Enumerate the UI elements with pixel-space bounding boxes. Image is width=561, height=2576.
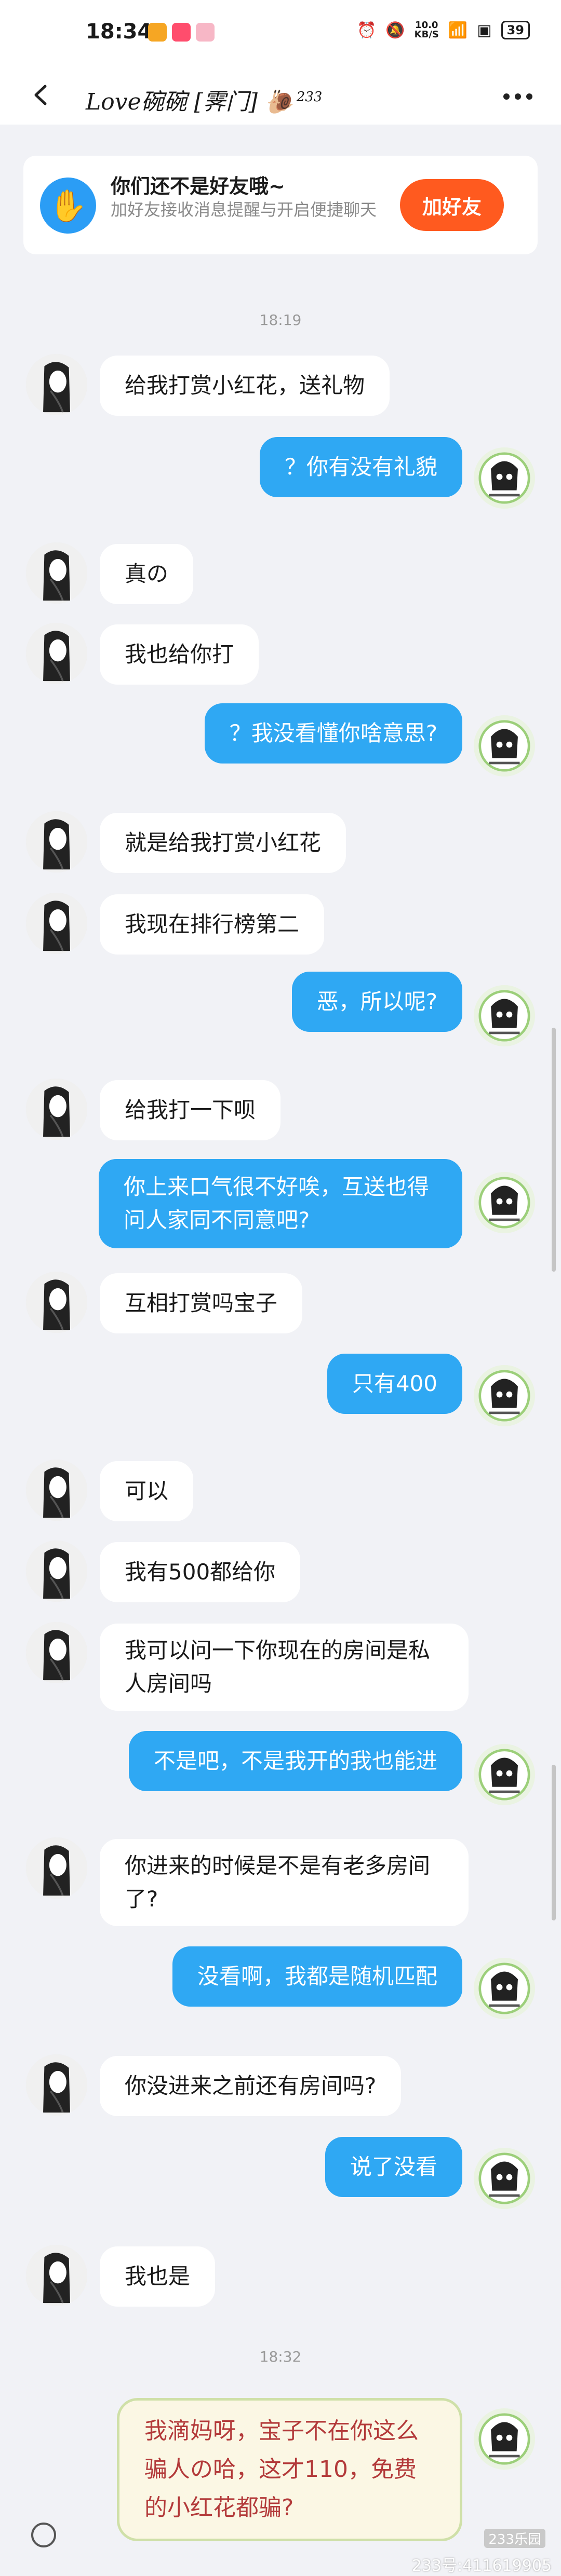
message-bubble: 我也是 — [100, 2246, 216, 2307]
watermark-text: 233号:411619905 — [411, 2557, 552, 2575]
scrollbar[interactable] — [552, 1028, 556, 1272]
app-notification-icon — [148, 23, 167, 42]
contact-avatar[interactable] — [26, 1541, 87, 1602]
sim-icon: ▣ — [477, 21, 492, 39]
more-options-icon[interactable] — [503, 93, 532, 100]
status-time: 18:34 — [86, 20, 152, 44]
message-bubble: 互相打赏吗宝子 — [100, 1273, 303, 1333]
message-bubble: 说了没看 — [325, 2137, 462, 2197]
battery-level: 39 — [501, 21, 530, 39]
title-badge: 233 — [296, 89, 323, 105]
add-friend-button[interactable]: 加好友 — [400, 179, 504, 231]
my-avatar[interactable] — [474, 715, 535, 776]
message-bubble: 就是给我打赏小红花 — [100, 813, 346, 873]
contact-avatar[interactable] — [26, 1079, 87, 1140]
my-avatar[interactable] — [474, 1744, 535, 1805]
message-bubble: 我现在排行榜第二 — [100, 894, 325, 955]
contact-avatar[interactable] — [26, 542, 87, 604]
contact-avatar[interactable] — [26, 893, 87, 954]
contact-avatar[interactable] — [26, 354, 87, 415]
alarm-icon: ⏰ — [356, 21, 377, 39]
contact-avatar[interactable] — [26, 623, 87, 684]
my-avatar[interactable] — [474, 2148, 535, 2209]
contact-avatar[interactable] — [26, 1837, 87, 1899]
message-bubble: 你没进来之前还有房间吗? — [100, 2056, 402, 2116]
my-avatar[interactable] — [474, 447, 535, 509]
message-bubble: 可以 — [100, 1461, 194, 1521]
message-bubble: 我也给你打 — [100, 624, 259, 685]
emoji-icon: 🐌 — [257, 89, 293, 115]
network-speed: 10.0 KB/S — [414, 20, 439, 40]
chat-title: Love碗碗 [霁门] 🐌 233 — [86, 89, 323, 115]
gift-message-bubble: 我滴妈呀，宝子不在你这么骗人の哈，这才110，免费的小红花都骗? — [117, 2398, 462, 2541]
status-app-icons — [148, 23, 215, 42]
message-bubble: 你进来的时候是不是有老多房间了? — [100, 1839, 469, 1926]
watermark-logo: 233乐园 — [484, 2529, 545, 2548]
message-bubble: 没看啊，我都是随机匹配 — [172, 1946, 462, 2007]
message-bubble: 给我打一下呗 — [100, 1080, 281, 1140]
message-bubble: ？你有没有礼貌 — [259, 437, 462, 497]
my-avatar[interactable] — [474, 1172, 535, 1233]
message-bubble: ？我没看懂你啥意思? — [204, 703, 462, 764]
status-indicators: ⏰ 🔕 10.0 KB/S 📶 ▣ 39 — [357, 21, 530, 39]
my-avatar[interactable] — [474, 1958, 535, 2019]
contact-avatar[interactable] — [26, 1622, 87, 1683]
app-notification-icon — [172, 23, 191, 42]
time-separator: 18:32 — [259, 2348, 302, 2365]
my-avatar[interactable] — [474, 985, 535, 1046]
status-bar: 18:34 ⏰ 🔕 10.0 KB/S 📶 ▣ 39 — [0, 0, 561, 67]
contact-avatar[interactable] — [26, 2245, 87, 2306]
banner-title: 你们还不是好友哦~ — [111, 175, 285, 198]
message-bubble: 真の — [100, 544, 194, 604]
message-bubble: 你上来口气很不好唉，互送也得问人家同不同意吧? — [99, 1159, 462, 1248]
back-arrow-icon[interactable] — [29, 82, 55, 108]
contact-avatar[interactable] — [26, 2054, 87, 2116]
message-bubble: 恶，所以呢? — [291, 972, 462, 1032]
scrollbar[interactable] — [552, 1765, 556, 1920]
wifi-icon: 📶 — [448, 21, 468, 39]
hand-wave-icon: ✋ — [40, 178, 96, 234]
add-friend-banner: ✋ 你们还不是好友哦~ 加好友接收消息提醒与开启便捷聊天 加好友 — [23, 156, 538, 254]
chat-header: Love碗碗 [霁门] 🐌 233 — [0, 67, 561, 125]
message-bubble: 我可以问一下你现在的房间是私人房间吗 — [100, 1624, 469, 1711]
my-avatar[interactable] — [474, 1365, 535, 1426]
message-bubble: 给我打赏小红花，送礼物 — [100, 356, 390, 416]
message-bubble: 只有400 — [327, 1354, 462, 1414]
time-separator: 18:19 — [259, 311, 302, 329]
app-notification-icon — [196, 23, 215, 42]
my-avatar[interactable] — [474, 2408, 535, 2470]
mute-icon: 🔕 — [385, 21, 405, 39]
contact-avatar[interactable] — [26, 1272, 87, 1333]
contact-avatar[interactable] — [26, 811, 87, 873]
message-bubble: 我有500都给你 — [100, 1542, 301, 1602]
banner-subtitle: 加好友接收消息提醒与开启便捷聊天 — [111, 200, 377, 220]
contact-avatar[interactable] — [26, 1460, 87, 1521]
message-bubble: 不是吧，不是我开的我也能进 — [128, 1731, 462, 1791]
circle-icon[interactable] — [31, 2523, 56, 2547]
